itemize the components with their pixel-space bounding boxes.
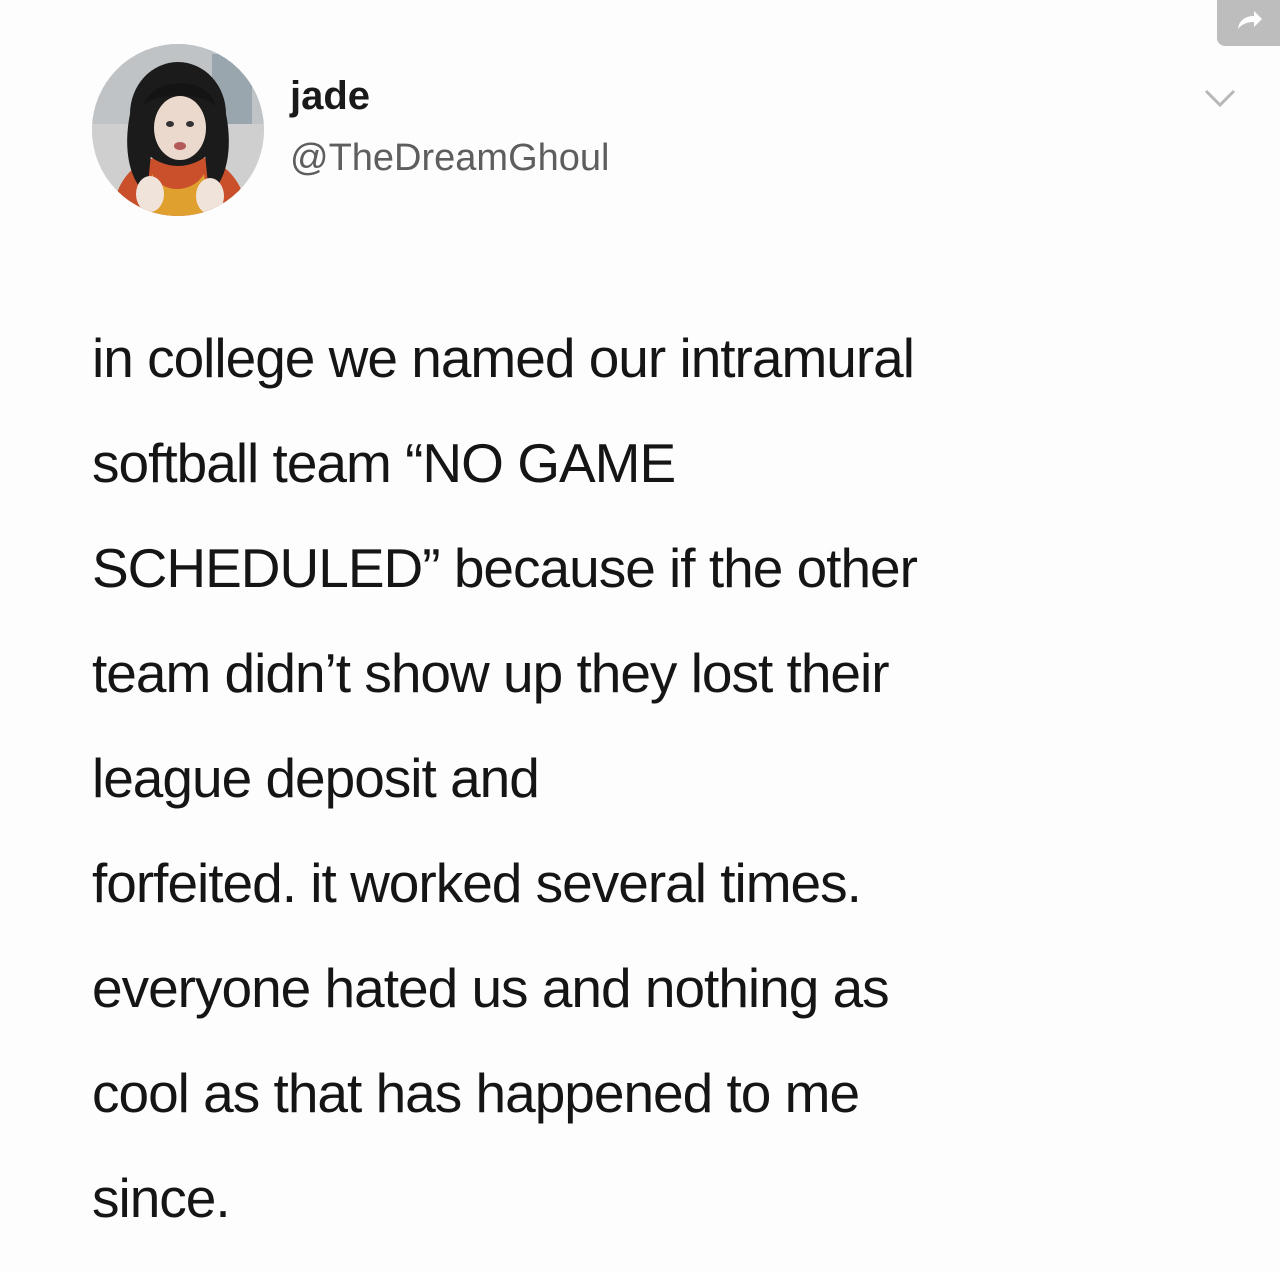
avatar-image — [92, 44, 264, 216]
tweet-line: everyone hated us and nothing as — [92, 957, 890, 1019]
tweet-line: since. — [92, 1167, 231, 1229]
tweet-text: in college we named our intramural softb… — [92, 306, 1192, 1251]
author-name[interactable]: jade — [290, 72, 370, 120]
tweet-options-button[interactable] — [1198, 82, 1242, 118]
tweet-line: forfeited. it worked several times. — [92, 852, 862, 914]
share-button[interactable] — [1217, 0, 1280, 46]
tweet-line: in college we named our intramural — [92, 327, 915, 389]
tweet-card: jade @TheDreamGhoul in college we named … — [0, 0, 1280, 1272]
tweet-line: league deposit and — [92, 747, 540, 809]
tweet-line: softball team “NO GAME — [92, 432, 676, 494]
chevron-down-icon — [1203, 87, 1237, 114]
share-arrow-icon — [1235, 10, 1263, 37]
tweet-line: cool as that has happened to me — [92, 1062, 860, 1124]
tweet-line: team didn’t show up they lost their — [92, 642, 890, 704]
tweet-line: SCHEDULED” because if the other — [92, 537, 918, 599]
author-handle[interactable]: @TheDreamGhoul — [290, 134, 609, 182]
avatar[interactable] — [92, 44, 264, 216]
